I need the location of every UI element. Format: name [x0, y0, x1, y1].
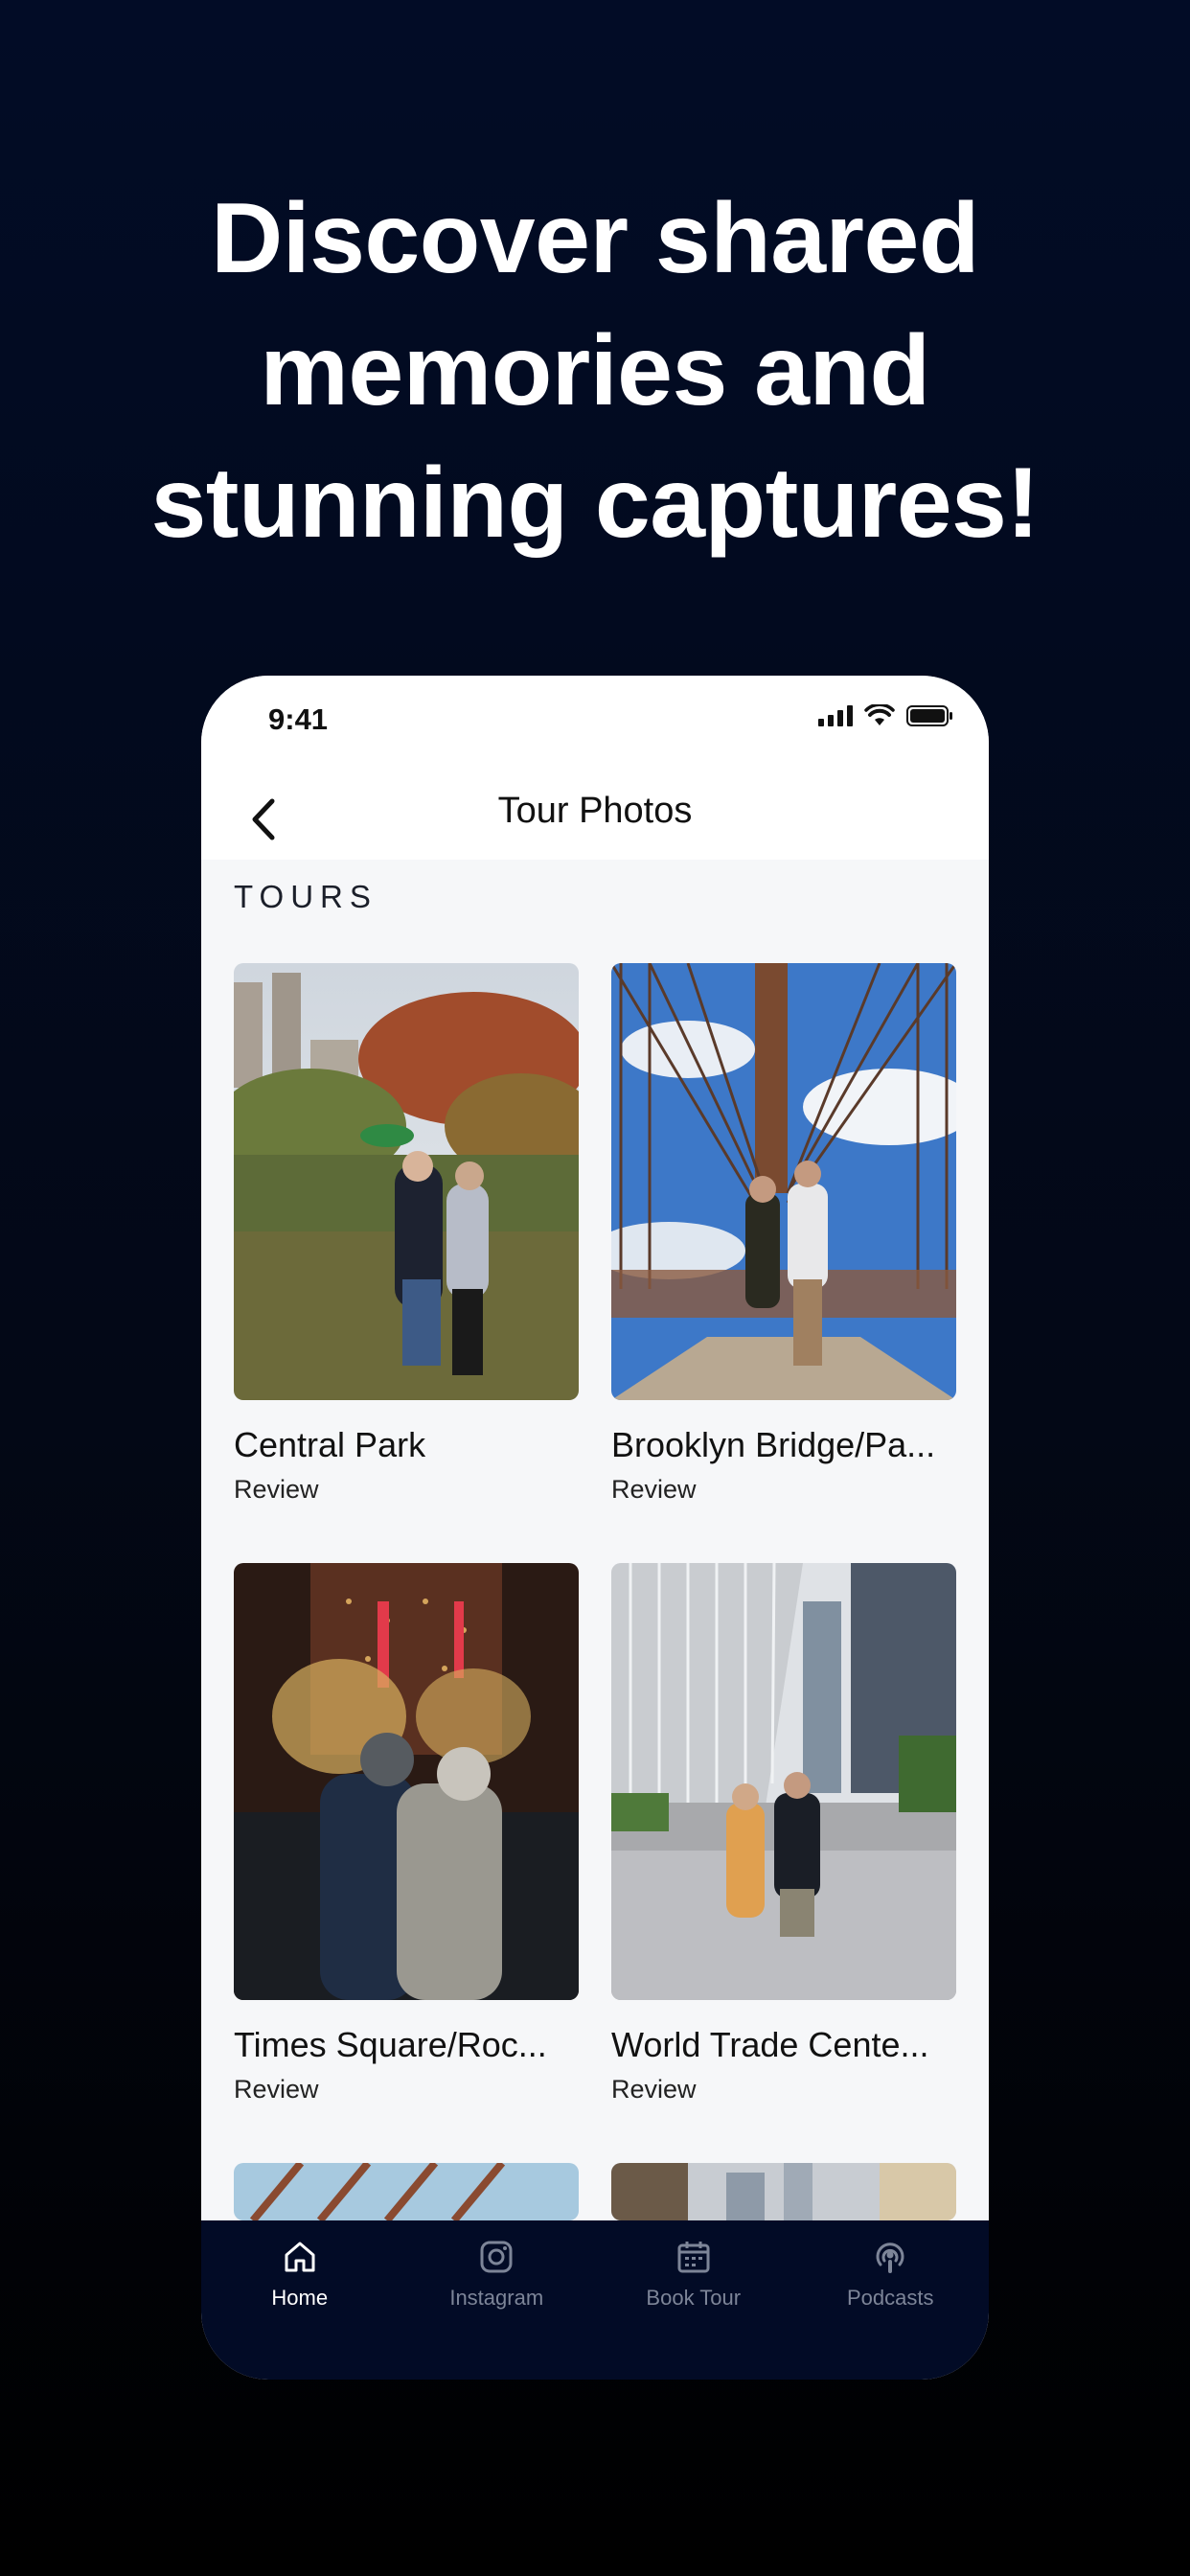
section-label-tours: TOURS	[234, 879, 378, 914]
tour-card-central-park[interactable]: Central Park Review	[234, 963, 579, 1505]
tour-card-world-trade-center[interactable]: World Trade Cente... Review	[611, 1563, 956, 2104]
tour-subtitle: Review	[611, 2075, 697, 2104]
headline-line-3: stunning captures!	[150, 448, 1040, 559]
tour-photo-world-trade-center	[611, 1563, 956, 2000]
headline: Discover shared memories and stunning ca…	[0, 172, 1190, 569]
tab-podcasts[interactable]: Podcasts	[792, 2220, 990, 2380]
calendar-icon	[677, 2242, 710, 2273]
tab-book-tour[interactable]: Book Tour	[595, 2220, 792, 2380]
tour-card-brooklyn-bridge[interactable]: Brooklyn Bridge/Pa... Review	[611, 963, 956, 1505]
tour-title: Central Park	[234, 1425, 426, 1464]
wifi-icon	[864, 704, 895, 725]
tour-subtitle: Review	[234, 2075, 319, 2104]
tab-bar: Home Instagram Book Tour Podcasts	[201, 2220, 989, 2380]
tab-label: Podcasts	[847, 2286, 934, 2310]
tab-instagram[interactable]: Instagram	[399, 2220, 596, 2380]
tour-photo-partial-2	[611, 2163, 956, 2220]
home-icon	[285, 2242, 315, 2272]
instagram-icon	[480, 2241, 513, 2273]
tour-card-partial-1[interactable]	[234, 2163, 579, 2220]
tour-subtitle: Review	[234, 1475, 319, 1504]
tab-label: Book Tour	[646, 2286, 742, 2310]
tab-label: Instagram	[449, 2286, 544, 2310]
headline-line-1: Discover shared	[211, 183, 979, 294]
tour-title: World Trade Cente...	[611, 2025, 929, 2064]
tour-title: Brooklyn Bridge/Pa...	[611, 1425, 936, 1464]
tour-photo-central-park	[234, 963, 579, 1400]
tour-title: Times Square/Roc...	[234, 2025, 547, 2064]
tour-photo-brooklyn-bridge	[611, 963, 956, 1400]
cellular-signal-icon	[818, 705, 853, 726]
tour-subtitle: Review	[611, 1475, 697, 1504]
page-title: Tour Photos	[497, 791, 693, 831]
status-time: 9:41	[268, 702, 329, 736]
tab-label: Home	[271, 2286, 329, 2310]
status-icons	[818, 704, 954, 727]
headline-line-2: memories and	[260, 315, 930, 426]
battery-icon	[906, 705, 952, 726]
tour-photo-times-square	[234, 1563, 579, 2000]
tour-photo-partial-1	[234, 2163, 579, 2220]
tour-card-partial-2[interactable]	[611, 2163, 956, 2220]
podcast-icon	[876, 2242, 904, 2273]
tour-card-times-square[interactable]: Times Square/Roc... Review	[234, 1563, 579, 2104]
tab-home[interactable]: Home	[201, 2220, 399, 2380]
top-bar: 9:41 Tour Photos	[201, 676, 989, 860]
phone-screen: 9:41 Tour Photos TOURS Central Park Revi…	[201, 676, 989, 2380]
